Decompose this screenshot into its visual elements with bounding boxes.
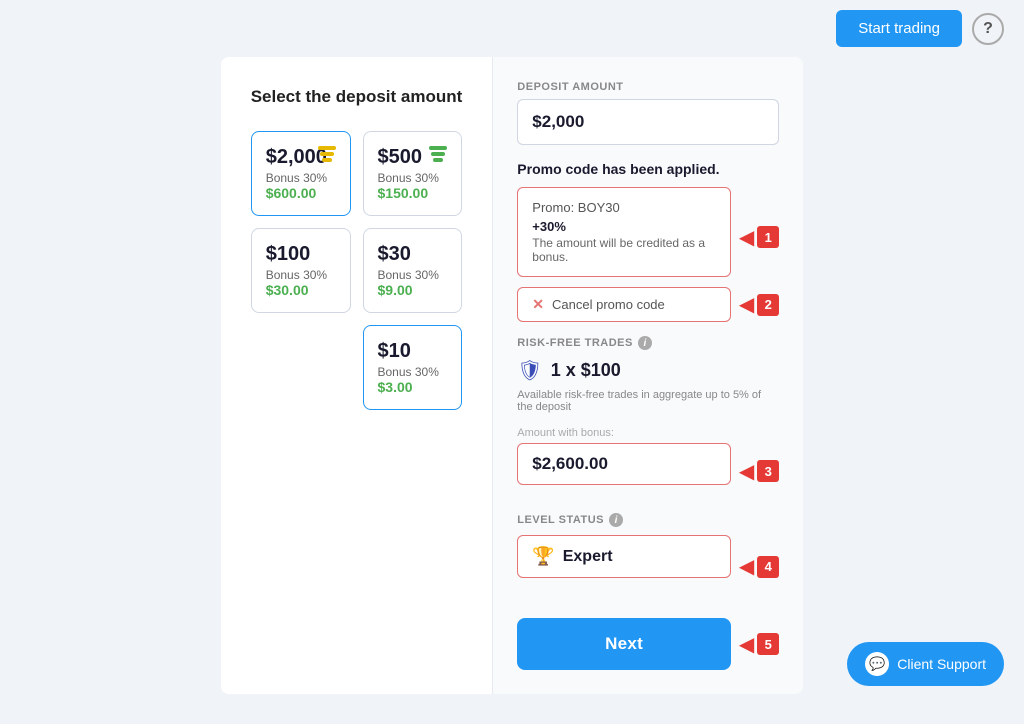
card-bonus-label: Bonus 30%: [378, 171, 448, 185]
card-bonus-label: Bonus 30%: [378, 365, 448, 379]
card-bonus-value: $3.00: [378, 379, 448, 395]
annotation-number-1: 1: [757, 226, 779, 248]
risk-free-info-icon[interactable]: i: [638, 336, 652, 350]
card-bonus-value: $600.00: [266, 185, 336, 201]
annotation-number-3: 3: [757, 460, 779, 482]
promo-code-name: Promo: BOY30: [532, 200, 716, 215]
next-button[interactable]: Next: [517, 618, 731, 670]
card-bonus-value: $9.00: [378, 282, 448, 298]
amount-with-bonus-value: $2,600.00: [517, 443, 731, 485]
card-bonus-value: $150.00: [378, 185, 448, 201]
level-status-box: 🏆 Expert: [517, 535, 731, 578]
level-status-label: LEVEL STATUS: [517, 514, 604, 526]
annotation-2: ◀ 2: [739, 292, 779, 317]
amount-with-bonus-label: Amount with bonus:: [517, 427, 779, 439]
promo-description: The amount will be credited as a bonus.: [532, 236, 716, 264]
card-amount: $100: [266, 243, 336, 266]
stack-green-icon: [429, 146, 447, 162]
deposit-amount-input[interactable]: [517, 99, 779, 145]
cancel-promo-button[interactable]: ✕ Cancel promo code: [517, 287, 731, 322]
risk-free-label: RISK-FREE TRADES: [517, 337, 633, 349]
top-bar: Start trading ?: [0, 0, 1024, 57]
card-bonus-label: Bonus 30%: [378, 268, 448, 282]
level-status-value: Expert: [563, 548, 613, 566]
promo-applied-label: Promo code has been applied.: [517, 161, 779, 177]
start-trading-button[interactable]: Start trading: [836, 10, 962, 47]
annotation-number-2: 2: [757, 294, 779, 316]
level-status-label-row: LEVEL STATUS i: [517, 513, 779, 527]
card-bonus-value: $30.00: [266, 282, 336, 298]
card-bonus-label: Bonus 30%: [266, 171, 336, 185]
help-button[interactable]: ?: [972, 13, 1004, 45]
annotation-number-4: 4: [757, 556, 779, 578]
right-panel: DEPOSIT AMOUNT Promo code has been appli…: [493, 57, 803, 694]
promo-box: Promo: BOY30 +30% The amount will be cre…: [517, 187, 731, 277]
card-amount: $30: [378, 243, 448, 266]
deposit-card-30[interactable]: $30 Bonus 30% $9.00: [363, 228, 463, 313]
deposit-card-100[interactable]: $100 Bonus 30% $30.00: [251, 228, 351, 313]
card-bonus-label: Bonus 30%: [266, 268, 336, 282]
annotation-5: ◀ 5: [739, 632, 779, 657]
cancel-x-icon: ✕: [532, 296, 544, 313]
deposit-card-10[interactable]: $10 Bonus 30% $3.00: [363, 325, 463, 410]
left-panel: Select the deposit amount $2,000 Bonus 3…: [221, 57, 494, 694]
risk-free-note: Available risk-free trades in aggregate …: [517, 389, 779, 413]
client-support-button[interactable]: Client Support: [847, 642, 1004, 686]
annotation-4: ◀ 4: [739, 554, 779, 579]
stack-gold-icon: [318, 146, 336, 162]
annotation-1: ◀ 1: [739, 225, 779, 250]
client-support-label: Client Support: [897, 656, 986, 672]
expert-icon: 🏆: [532, 546, 554, 567]
shield-icon: 🛡: [517, 358, 542, 383]
deposit-amount-label: DEPOSIT AMOUNT: [517, 81, 779, 93]
risk-free-value: 1 x $100: [551, 360, 621, 381]
risk-free-row: 🛡 1 x $100: [517, 358, 779, 383]
annotation-number-5: 5: [757, 633, 779, 655]
deposit-card-500[interactable]: $500 Bonus 30% $150.00: [363, 131, 463, 216]
main-container: Select the deposit amount $2,000 Bonus 3…: [221, 57, 804, 694]
chat-bubble-icon: [865, 652, 889, 676]
annotation-3: ◀ 3: [739, 459, 779, 484]
level-status-info-icon[interactable]: i: [609, 513, 623, 527]
risk-free-label-row: RISK-FREE TRADES i: [517, 336, 779, 350]
card-amount: $10: [378, 340, 448, 363]
promo-percent: +30%: [532, 219, 716, 234]
page-title: Select the deposit amount: [251, 87, 463, 107]
deposit-card-2000[interactable]: $2,000 Bonus 30% $600.00: [251, 131, 351, 216]
cancel-promo-label: Cancel promo code: [552, 297, 665, 312]
deposit-grid: $2,000 Bonus 30% $600.00 $500 Bonus 30%: [251, 131, 463, 410]
